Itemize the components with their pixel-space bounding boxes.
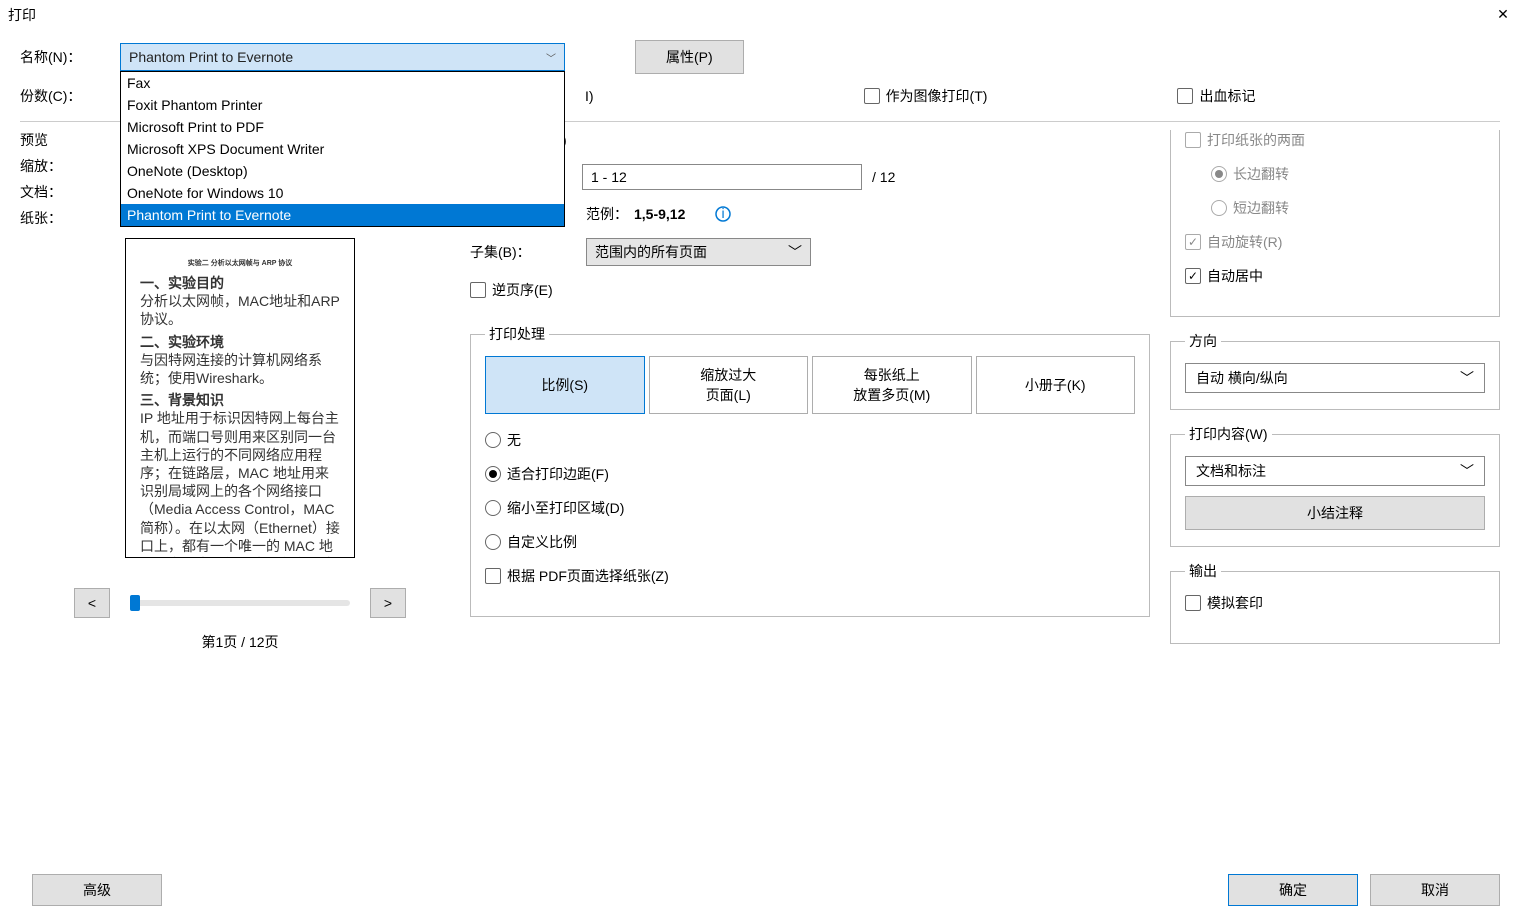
chevron-down-icon: ﹀ xyxy=(1460,368,1474,388)
printer-option[interactable]: OneNote for Windows 10 xyxy=(121,182,564,204)
printer-option[interactable]: Microsoft XPS Document Writer xyxy=(121,138,564,160)
summarize-comments-button[interactable]: 小结注释 xyxy=(1185,496,1485,530)
page-indicator: 第1页 / 12页 xyxy=(20,632,460,652)
chevron-down-icon: ﹀ xyxy=(546,50,556,65)
ok-button[interactable]: 确定 xyxy=(1228,874,1358,906)
slider-thumb[interactable] xyxy=(130,595,140,611)
print-content-legend: 打印内容(W) xyxy=(1185,424,1272,444)
short-edge-radio: 短边翻转 xyxy=(1211,198,1485,218)
tab-multi-per-sheet[interactable]: 每张纸上 放置多页(M) xyxy=(812,356,972,414)
subset-label: 子集(B)： xyxy=(470,242,586,262)
window-title: 打印 xyxy=(8,5,1494,25)
auto-center-checkbox[interactable]: 自动居中 xyxy=(1185,266,1485,286)
scale-fit-margin-radio[interactable]: 适合打印边距(F) xyxy=(485,464,1135,484)
chevron-down-icon: ﹀ xyxy=(1460,461,1474,481)
orientation-select[interactable]: 自动 横向/纵向 ﹀ xyxy=(1185,363,1485,393)
example-value: 1,5-9,12 xyxy=(634,206,685,222)
printer-option[interactable]: Microsoft Print to PDF xyxy=(121,116,564,138)
orientation-legend: 方向 xyxy=(1185,331,1221,351)
svg-text:i: i xyxy=(722,206,725,221)
all-pages-radio[interactable]: 所有页面(A) xyxy=(470,130,1150,150)
print-handling-legend: 打印处理 xyxy=(485,324,549,344)
properties-button[interactable]: 属性(P) xyxy=(635,40,744,74)
simulate-overprint-checkbox[interactable]: 模拟套印 xyxy=(1185,593,1485,613)
preview-thumbnail: 实验二 分析以太网帧与 ARP 协议 一、实验目的 分析以太网帧，MAC地址和A… xyxy=(125,238,355,558)
printer-option[interactable]: Phantom Print to Evernote xyxy=(121,204,564,226)
printer-dropdown: Fax Foxit Phantom Printer Microsoft Prin… xyxy=(120,71,565,227)
choose-paper-by-pdf-checkbox[interactable]: 根据 PDF页面选择纸张(Z) xyxy=(485,566,1135,586)
print-content-select[interactable]: 文档和标注 ﹀ xyxy=(1185,456,1485,486)
pages-input[interactable] xyxy=(582,164,862,190)
scale-shrink-radio[interactable]: 缩小至打印区域(D) xyxy=(485,498,1135,518)
tab-fit-large[interactable]: 缩放过大 页面(L) xyxy=(649,356,809,414)
tab-booklet[interactable]: 小册子(K) xyxy=(976,356,1136,414)
example-label: 范例： xyxy=(586,204,628,224)
printer-option[interactable]: Foxit Phantom Printer xyxy=(121,94,564,116)
scale-none-radio[interactable]: 无 xyxy=(485,430,1135,450)
hidden-accel: I) xyxy=(585,88,594,104)
close-icon[interactable]: ✕ xyxy=(1494,6,1512,24)
duplex-checkbox: 打印纸张的两面 xyxy=(1185,130,1485,150)
subset-select[interactable]: 范围内的所有页面 ﹀ xyxy=(586,238,811,266)
info-icon: i xyxy=(715,206,731,222)
bleed-marks-checkbox[interactable]: 出血标记 xyxy=(1177,86,1255,106)
long-edge-radio: 长边翻转 xyxy=(1211,164,1485,184)
printer-option[interactable]: OneNote (Desktop) xyxy=(121,160,564,182)
preview-group-label: 预览 xyxy=(20,130,116,150)
printer-name-label: 名称(N)： xyxy=(20,47,100,67)
scale-custom-radio[interactable]: 自定义比例 xyxy=(485,532,1135,552)
pages-total: / 12 xyxy=(872,169,895,185)
advanced-button[interactable]: 高级 xyxy=(32,874,162,906)
print-as-image-checkbox[interactable]: 作为图像打印(T) xyxy=(864,86,988,106)
page-slider[interactable] xyxy=(130,600,350,606)
reverse-order-checkbox[interactable]: 逆页序(E) xyxy=(470,280,1150,300)
printer-select[interactable]: Phantom Print to Evernote ﹀ Fax Foxit Ph… xyxy=(120,43,565,71)
doc-label: 文档： xyxy=(20,182,115,202)
printer-option[interactable]: Fax xyxy=(121,72,564,94)
auto-rotate-checkbox: 自动旋转(R) xyxy=(1185,232,1485,252)
prev-page-button[interactable]: < xyxy=(74,588,110,618)
chevron-down-icon: ﹀ xyxy=(788,242,802,262)
copies-label: 份数(C)： xyxy=(20,86,100,106)
next-page-button[interactable]: > xyxy=(370,588,406,618)
output-legend: 输出 xyxy=(1185,561,1221,581)
printer-select-value: Phantom Print to Evernote xyxy=(129,49,293,65)
cancel-button[interactable]: 取消 xyxy=(1370,874,1500,906)
tab-scale[interactable]: 比例(S) xyxy=(485,356,645,414)
